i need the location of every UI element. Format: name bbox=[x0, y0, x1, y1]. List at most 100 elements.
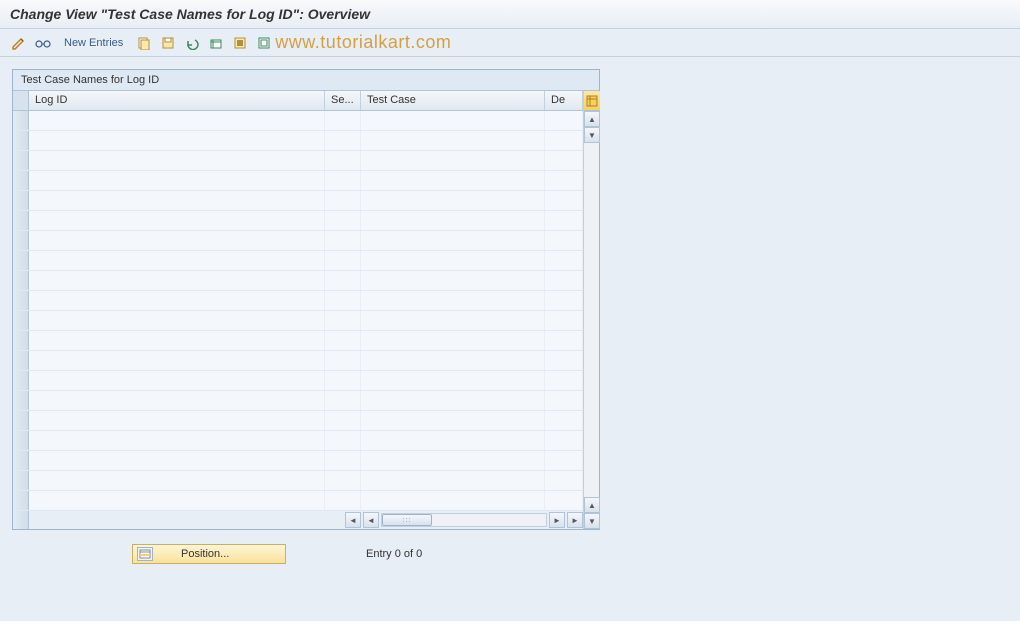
cell-se[interactable] bbox=[325, 331, 361, 350]
cell-de[interactable] bbox=[545, 411, 583, 430]
hscroll-left-button[interactable]: ◄ bbox=[345, 512, 361, 528]
cell-de[interactable] bbox=[545, 431, 583, 450]
cell-se[interactable] bbox=[325, 431, 361, 450]
row-selector[interactable] bbox=[13, 251, 29, 270]
row-selector[interactable] bbox=[13, 451, 29, 470]
row-selector[interactable] bbox=[13, 351, 29, 370]
row-selector[interactable] bbox=[13, 231, 29, 250]
cell-log-id[interactable] bbox=[29, 151, 325, 170]
cell-de[interactable] bbox=[545, 391, 583, 410]
cell-test-case[interactable] bbox=[361, 411, 545, 430]
cell-test-case[interactable] bbox=[361, 391, 545, 410]
cell-test-case[interactable] bbox=[361, 331, 545, 350]
row-selector[interactable] bbox=[13, 131, 29, 150]
cell-de[interactable] bbox=[545, 191, 583, 210]
cell-log-id[interactable] bbox=[29, 231, 325, 250]
cell-se[interactable] bbox=[325, 451, 361, 470]
cell-test-case[interactable] bbox=[361, 131, 545, 150]
row-selector[interactable] bbox=[13, 371, 29, 390]
row-selector[interactable] bbox=[13, 271, 29, 290]
cell-de[interactable] bbox=[545, 251, 583, 270]
vscroll-up-button[interactable]: ▲ bbox=[584, 111, 600, 127]
cell-de[interactable] bbox=[545, 151, 583, 170]
cell-se[interactable] bbox=[325, 171, 361, 190]
cell-se[interactable] bbox=[325, 231, 361, 250]
cell-de[interactable] bbox=[545, 491, 583, 510]
cell-test-case[interactable] bbox=[361, 471, 545, 490]
row-selector[interactable] bbox=[13, 171, 29, 190]
cell-se[interactable] bbox=[325, 411, 361, 430]
row-selector[interactable] bbox=[13, 331, 29, 350]
cell-log-id[interactable] bbox=[29, 431, 325, 450]
column-de[interactable]: De bbox=[545, 91, 583, 110]
cell-test-case[interactable] bbox=[361, 171, 545, 190]
column-se[interactable]: Se... bbox=[325, 91, 361, 110]
cell-test-case[interactable] bbox=[361, 311, 545, 330]
cell-log-id[interactable] bbox=[29, 211, 325, 230]
cell-test-case[interactable] bbox=[361, 231, 545, 250]
row-selector[interactable] bbox=[13, 431, 29, 450]
cell-se[interactable] bbox=[325, 191, 361, 210]
cell-log-id[interactable] bbox=[29, 171, 325, 190]
cell-test-case[interactable] bbox=[361, 211, 545, 230]
delete-row-icon[interactable] bbox=[207, 34, 225, 52]
undo-icon[interactable] bbox=[183, 34, 201, 52]
hscroll-step-left[interactable]: ◄ bbox=[363, 512, 379, 528]
hscroll-thumb[interactable]: ::: bbox=[382, 514, 432, 526]
vscroll-down-button-2[interactable]: ▼ bbox=[584, 513, 600, 529]
cell-test-case[interactable] bbox=[361, 191, 545, 210]
table-settings-icon[interactable] bbox=[584, 91, 600, 111]
glasses-icon[interactable] bbox=[34, 34, 52, 52]
cell-de[interactable] bbox=[545, 131, 583, 150]
cell-de[interactable] bbox=[545, 371, 583, 390]
cell-log-id[interactable] bbox=[29, 251, 325, 270]
cell-log-id[interactable] bbox=[29, 291, 325, 310]
cell-log-id[interactable] bbox=[29, 331, 325, 350]
cell-log-id[interactable] bbox=[29, 491, 325, 510]
cell-test-case[interactable] bbox=[361, 111, 545, 130]
cell-log-id[interactable] bbox=[29, 371, 325, 390]
hscroll-step-right[interactable]: ► bbox=[549, 512, 565, 528]
cell-de[interactable] bbox=[545, 111, 583, 130]
cell-test-case[interactable] bbox=[361, 351, 545, 370]
row-selector[interactable] bbox=[13, 491, 29, 510]
cell-de[interactable] bbox=[545, 471, 583, 490]
vscroll-track[interactable] bbox=[584, 143, 599, 497]
row-selector[interactable] bbox=[13, 411, 29, 430]
cell-de[interactable] bbox=[545, 171, 583, 190]
cell-log-id[interactable] bbox=[29, 411, 325, 430]
cell-de[interactable] bbox=[545, 211, 583, 230]
cell-se[interactable] bbox=[325, 491, 361, 510]
copy-icon[interactable] bbox=[135, 34, 153, 52]
cell-log-id[interactable] bbox=[29, 451, 325, 470]
deselect-all-icon[interactable] bbox=[255, 34, 273, 52]
cell-log-id[interactable] bbox=[29, 271, 325, 290]
cell-de[interactable] bbox=[545, 351, 583, 370]
hscroll-track[interactable]: ::: bbox=[381, 513, 547, 527]
row-selector[interactable] bbox=[13, 391, 29, 410]
cell-test-case[interactable] bbox=[361, 291, 545, 310]
cell-se[interactable] bbox=[325, 311, 361, 330]
cell-de[interactable] bbox=[545, 331, 583, 350]
cell-de[interactable] bbox=[545, 271, 583, 290]
vscroll-down-button[interactable]: ▼ bbox=[584, 127, 600, 143]
cell-se[interactable] bbox=[325, 291, 361, 310]
cell-log-id[interactable] bbox=[29, 191, 325, 210]
cell-se[interactable] bbox=[325, 251, 361, 270]
cell-de[interactable] bbox=[545, 231, 583, 250]
row-selector[interactable] bbox=[13, 311, 29, 330]
column-test-case[interactable]: Test Case bbox=[361, 91, 545, 110]
row-selector[interactable] bbox=[13, 471, 29, 490]
cell-se[interactable] bbox=[325, 271, 361, 290]
cell-test-case[interactable] bbox=[361, 431, 545, 450]
cell-test-case[interactable] bbox=[361, 271, 545, 290]
row-selector[interactable] bbox=[13, 291, 29, 310]
cell-log-id[interactable] bbox=[29, 131, 325, 150]
cell-se[interactable] bbox=[325, 471, 361, 490]
row-selector[interactable] bbox=[13, 191, 29, 210]
vscroll-up-button-2[interactable]: ▲ bbox=[584, 497, 600, 513]
position-button[interactable]: Position... bbox=[132, 544, 286, 564]
cell-test-case[interactable] bbox=[361, 491, 545, 510]
row-selector[interactable] bbox=[13, 151, 29, 170]
edit-icon[interactable] bbox=[10, 34, 28, 52]
